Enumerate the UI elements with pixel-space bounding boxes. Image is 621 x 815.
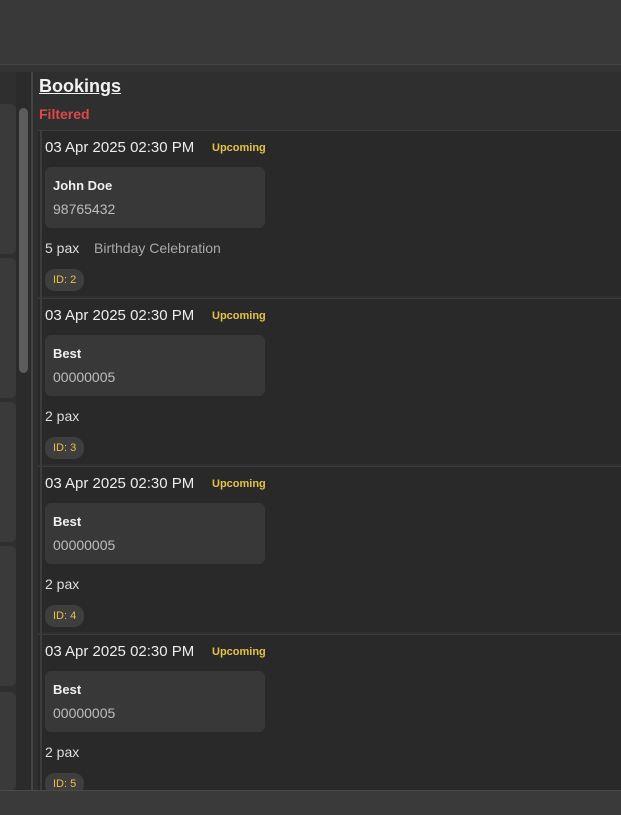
customer-name: Best <box>53 514 82 529</box>
booking-datetime: 03 Apr 2025 02:30 PM <box>45 643 195 660</box>
left-list-item[interactable] <box>0 546 16 686</box>
bookings-panel: Bookings Filtered 03 Apr 2025 02:30 PM U… <box>33 72 621 790</box>
booking-id-badge: ID: 5 <box>45 773 85 790</box>
customer-box: Best 00000005 <box>45 671 265 732</box>
customer-box: Best 00000005 <box>45 503 265 564</box>
customer-phone: 00000005 <box>53 537 116 553</box>
booking-card[interactable]: 03 Apr 2025 02:30 PM Upcoming John Doe 9… <box>38 130 621 296</box>
top-bar <box>0 0 621 64</box>
customer-box: John Doe 98765432 <box>45 167 265 228</box>
customer-name: John Doe <box>53 178 113 193</box>
booking-id-badge: ID: 2 <box>45 269 85 291</box>
left-list-item[interactable] <box>0 402 16 542</box>
booking-card[interactable]: 03 Apr 2025 02:30 PM Upcoming Best 00000… <box>38 634 621 790</box>
status-badge: Upcoming <box>212 646 266 658</box>
status-bar <box>0 790 621 815</box>
customer-phone: 00000005 <box>53 705 116 721</box>
pax-count: 5 pax <box>45 240 80 256</box>
booking-card[interactable]: 03 Apr 2025 02:30 PM Upcoming Best 00000… <box>38 466 621 632</box>
pax-count: 2 pax <box>45 744 80 760</box>
booking-id-badge: ID: 4 <box>45 605 85 627</box>
status-badge: Upcoming <box>212 310 266 322</box>
booking-datetime: 03 Apr 2025 02:30 PM <box>45 139 195 156</box>
status-badge: Upcoming <box>212 478 266 490</box>
status-badge: Upcoming <box>212 142 266 154</box>
pax-count: 2 pax <box>45 408 80 424</box>
left-list-item[interactable] <box>0 258 16 398</box>
left-panel <box>0 72 31 790</box>
booking-card[interactable]: 03 Apr 2025 02:30 PM Upcoming Best 00000… <box>38 298 621 464</box>
filtered-label: Filtered <box>39 106 90 122</box>
customer-phone: 00000005 <box>53 369 116 385</box>
left-scrollbar-thumb[interactable] <box>19 108 28 373</box>
bookings-title: Bookings <box>39 76 122 96</box>
pax-count: 2 pax <box>45 576 80 592</box>
customer-name: Best <box>53 682 82 697</box>
booking-id-badge: ID: 3 <box>45 437 85 459</box>
left-list-item[interactable] <box>0 104 16 254</box>
occasion-text: Birthday Celebration <box>94 240 221 256</box>
list-scrollbar[interactable] <box>40 130 42 790</box>
booking-list: 03 Apr 2025 02:30 PM Upcoming John Doe 9… <box>38 130 621 790</box>
customer-phone: 98765432 <box>53 201 116 217</box>
customer-name: Best <box>53 346 82 361</box>
booking-datetime: 03 Apr 2025 02:30 PM <box>45 475 195 492</box>
left-list-item[interactable] <box>0 692 16 790</box>
top-separator <box>0 64 621 72</box>
booking-datetime: 03 Apr 2025 02:30 PM <box>45 307 195 324</box>
customer-box: Best 00000005 <box>45 335 265 396</box>
